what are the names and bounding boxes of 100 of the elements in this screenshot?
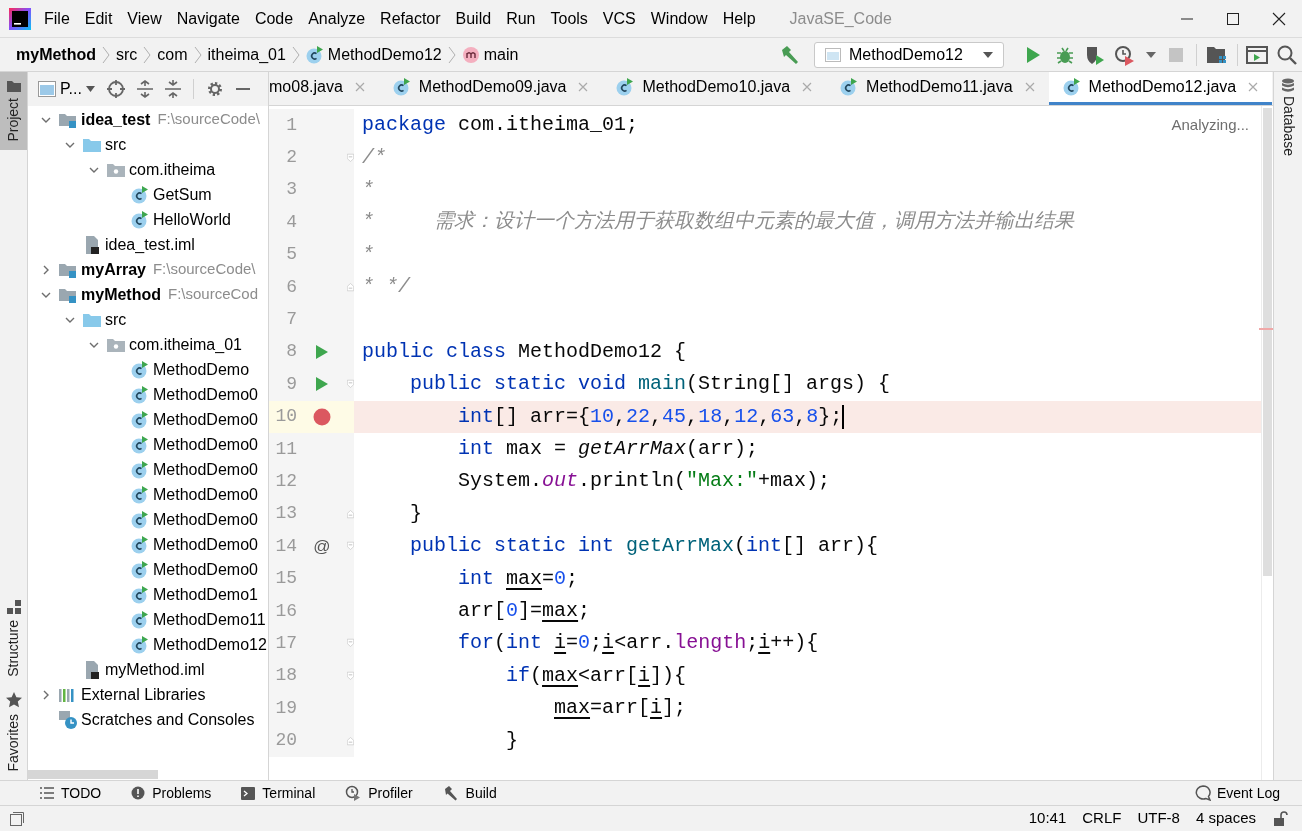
tree-item[interactable]: HelloWorld [153, 207, 231, 232]
close-icon[interactable] [578, 82, 589, 92]
tree-item[interactable]: MethodDemo0 [153, 557, 258, 582]
settings-icon[interactable] [205, 80, 224, 98]
tree-item[interactable]: MethodDemo0 [153, 432, 258, 457]
status-item[interactable]: 10:41 [1028, 807, 1067, 830]
tool-window-tab[interactable]: Database [1277, 78, 1299, 156]
menu-item[interactable]: View [127, 6, 162, 31]
tree-item[interactable]: src [105, 307, 127, 332]
editor-tab[interactable]: MethodDemo11.java [826, 72, 1049, 105]
menu-item[interactable]: Window [650, 6, 708, 31]
tool-window-tab[interactable]: Project [0, 72, 27, 150]
close-icon[interactable] [1248, 82, 1259, 92]
run-window-icon[interactable] [1246, 44, 1268, 65]
tree-item[interactable]: GetSum [153, 182, 212, 207]
line-number: 15 [274, 567, 297, 591]
expand-all-icon[interactable] [136, 80, 153, 98]
menu-item[interactable]: Run [506, 6, 536, 31]
tree-item[interactable]: MethodDemo1 [153, 582, 258, 607]
tree-item[interactable]: MethodDemo11 [153, 607, 266, 632]
separator-icon [291, 45, 300, 64]
warning-icon [131, 786, 146, 800]
line-number: 7 [285, 308, 297, 332]
scrollbar-thumb[interactable] [1263, 108, 1272, 576]
tree-item[interactable]: com.itheima [129, 157, 216, 182]
menu-item[interactable]: Navigate [176, 6, 240, 31]
breadcrumb[interactable]: itheima_01 [207, 42, 286, 67]
tree-item[interactable]: src [105, 132, 127, 157]
breakpoint-icon[interactable] [313, 407, 331, 426]
status-item[interactable]: 4 spaces [1195, 807, 1256, 830]
status-item[interactable]: UTF-8 [1137, 807, 1180, 830]
menu-item[interactable]: Code [254, 6, 294, 31]
tree-item[interactable]: MethodDemo [153, 357, 250, 382]
tool-window-tab[interactable]: Favorites [0, 684, 27, 780]
line-number: 14 [274, 534, 297, 558]
class-icon [131, 610, 149, 629]
method-icon [461, 45, 480, 64]
menu-item[interactable]: Build [455, 6, 492, 31]
breadcrumb[interactable]: main [483, 42, 519, 67]
breadcrumb[interactable]: MethodDemo12 [327, 42, 442, 67]
module-path: F:\sourceCode\ [152, 259, 256, 280]
close-icon[interactable] [1024, 82, 1035, 92]
tool-window-button[interactable]: Problems [131, 782, 212, 804]
menu-item[interactable]: Help [722, 6, 756, 31]
editor-tab[interactable]: mo08.java [269, 72, 379, 105]
hammer-icon[interactable] [780, 44, 800, 65]
tool-windows-toggle-icon[interactable] [10, 811, 24, 826]
tree-item[interactable]: External Libraries [81, 682, 206, 707]
breadcrumb[interactable]: src [116, 42, 138, 67]
editor-tab[interactable]: MethodDemo09.java [378, 72, 603, 105]
tree-item[interactable]: MethodDemo0 [153, 382, 258, 407]
override-marker[interactable]: @ [313, 533, 331, 559]
tree-item[interactable]: MethodDemo0 [153, 507, 258, 532]
tool-window-button[interactable]: Build [442, 782, 497, 804]
collapse-all-icon[interactable] [164, 80, 181, 98]
tree-item[interactable]: myMethod [81, 282, 161, 307]
tool-window-button[interactable]: Terminal [241, 782, 316, 804]
tree-item[interactable]: MethodDemo0 [153, 407, 258, 432]
event-log-button[interactable]: Event Log [1194, 782, 1280, 804]
locate-icon[interactable] [106, 80, 125, 98]
tool-window-button[interactable]: Profiler [345, 782, 413, 804]
menu-item[interactable]: Analyze [308, 6, 366, 31]
breadcrumb[interactable]: myMethod [16, 42, 96, 67]
run-icon[interactable] [315, 343, 329, 360]
tree-item[interactable]: MethodDemo12 [153, 632, 267, 657]
tree-item[interactable]: MethodDemo0 [153, 457, 258, 482]
tool-window-tab[interactable]: Structure [0, 591, 27, 685]
dropdown-caret-icon[interactable] [85, 86, 95, 92]
menu-item[interactable]: Refactor [380, 6, 441, 31]
tree-item[interactable]: MethodDemo0 [153, 532, 258, 557]
status-item[interactable]: CRLF [1082, 807, 1122, 830]
tree-item[interactable]: MethodDemo0 [153, 482, 258, 507]
tree-item[interactable]: myMethod.iml [105, 657, 205, 682]
dropdown-caret-icon[interactable] [1146, 51, 1156, 58]
code-line: max=arr[i]; [554, 695, 687, 722]
tool-window-button[interactable]: TODO [40, 782, 102, 804]
breadcrumb[interactable]: com [157, 42, 188, 67]
code-line: if(max<arr[i]){ [506, 662, 687, 689]
class-icon [131, 210, 149, 229]
tree-item[interactable]: com.itheima_01 [129, 332, 242, 357]
search-icon[interactable] [1276, 43, 1298, 66]
menu-item[interactable]: Tools [550, 6, 588, 31]
editor-tab[interactable]: MethodDemo10.java [602, 72, 827, 105]
run-config-dropdown[interactable]: MethodDemo12 [814, 41, 1004, 68]
tree-item[interactable]: idea_test.iml [105, 232, 195, 257]
menu-item[interactable]: File [44, 6, 70, 31]
menu-item[interactable]: Edit [84, 6, 113, 31]
tree-item[interactable]: idea_test [81, 107, 151, 132]
close-icon[interactable] [802, 82, 813, 92]
run-icon[interactable] [315, 376, 329, 393]
class-icon [131, 560, 149, 579]
hide-icon[interactable] [235, 87, 250, 91]
close-icon[interactable] [354, 82, 365, 92]
scrollbar-thumb[interactable] [28, 769, 158, 779]
tree-item[interactable]: Scratches and Consoles [81, 707, 255, 732]
editor-tab[interactable]: MethodDemo12.java [1048, 72, 1273, 105]
view-selector[interactable]: P... [60, 77, 82, 101]
menu-item[interactable]: VCS [602, 6, 636, 31]
tree-item[interactable]: myArray [81, 257, 146, 282]
lock-icon[interactable] [1272, 810, 1288, 827]
